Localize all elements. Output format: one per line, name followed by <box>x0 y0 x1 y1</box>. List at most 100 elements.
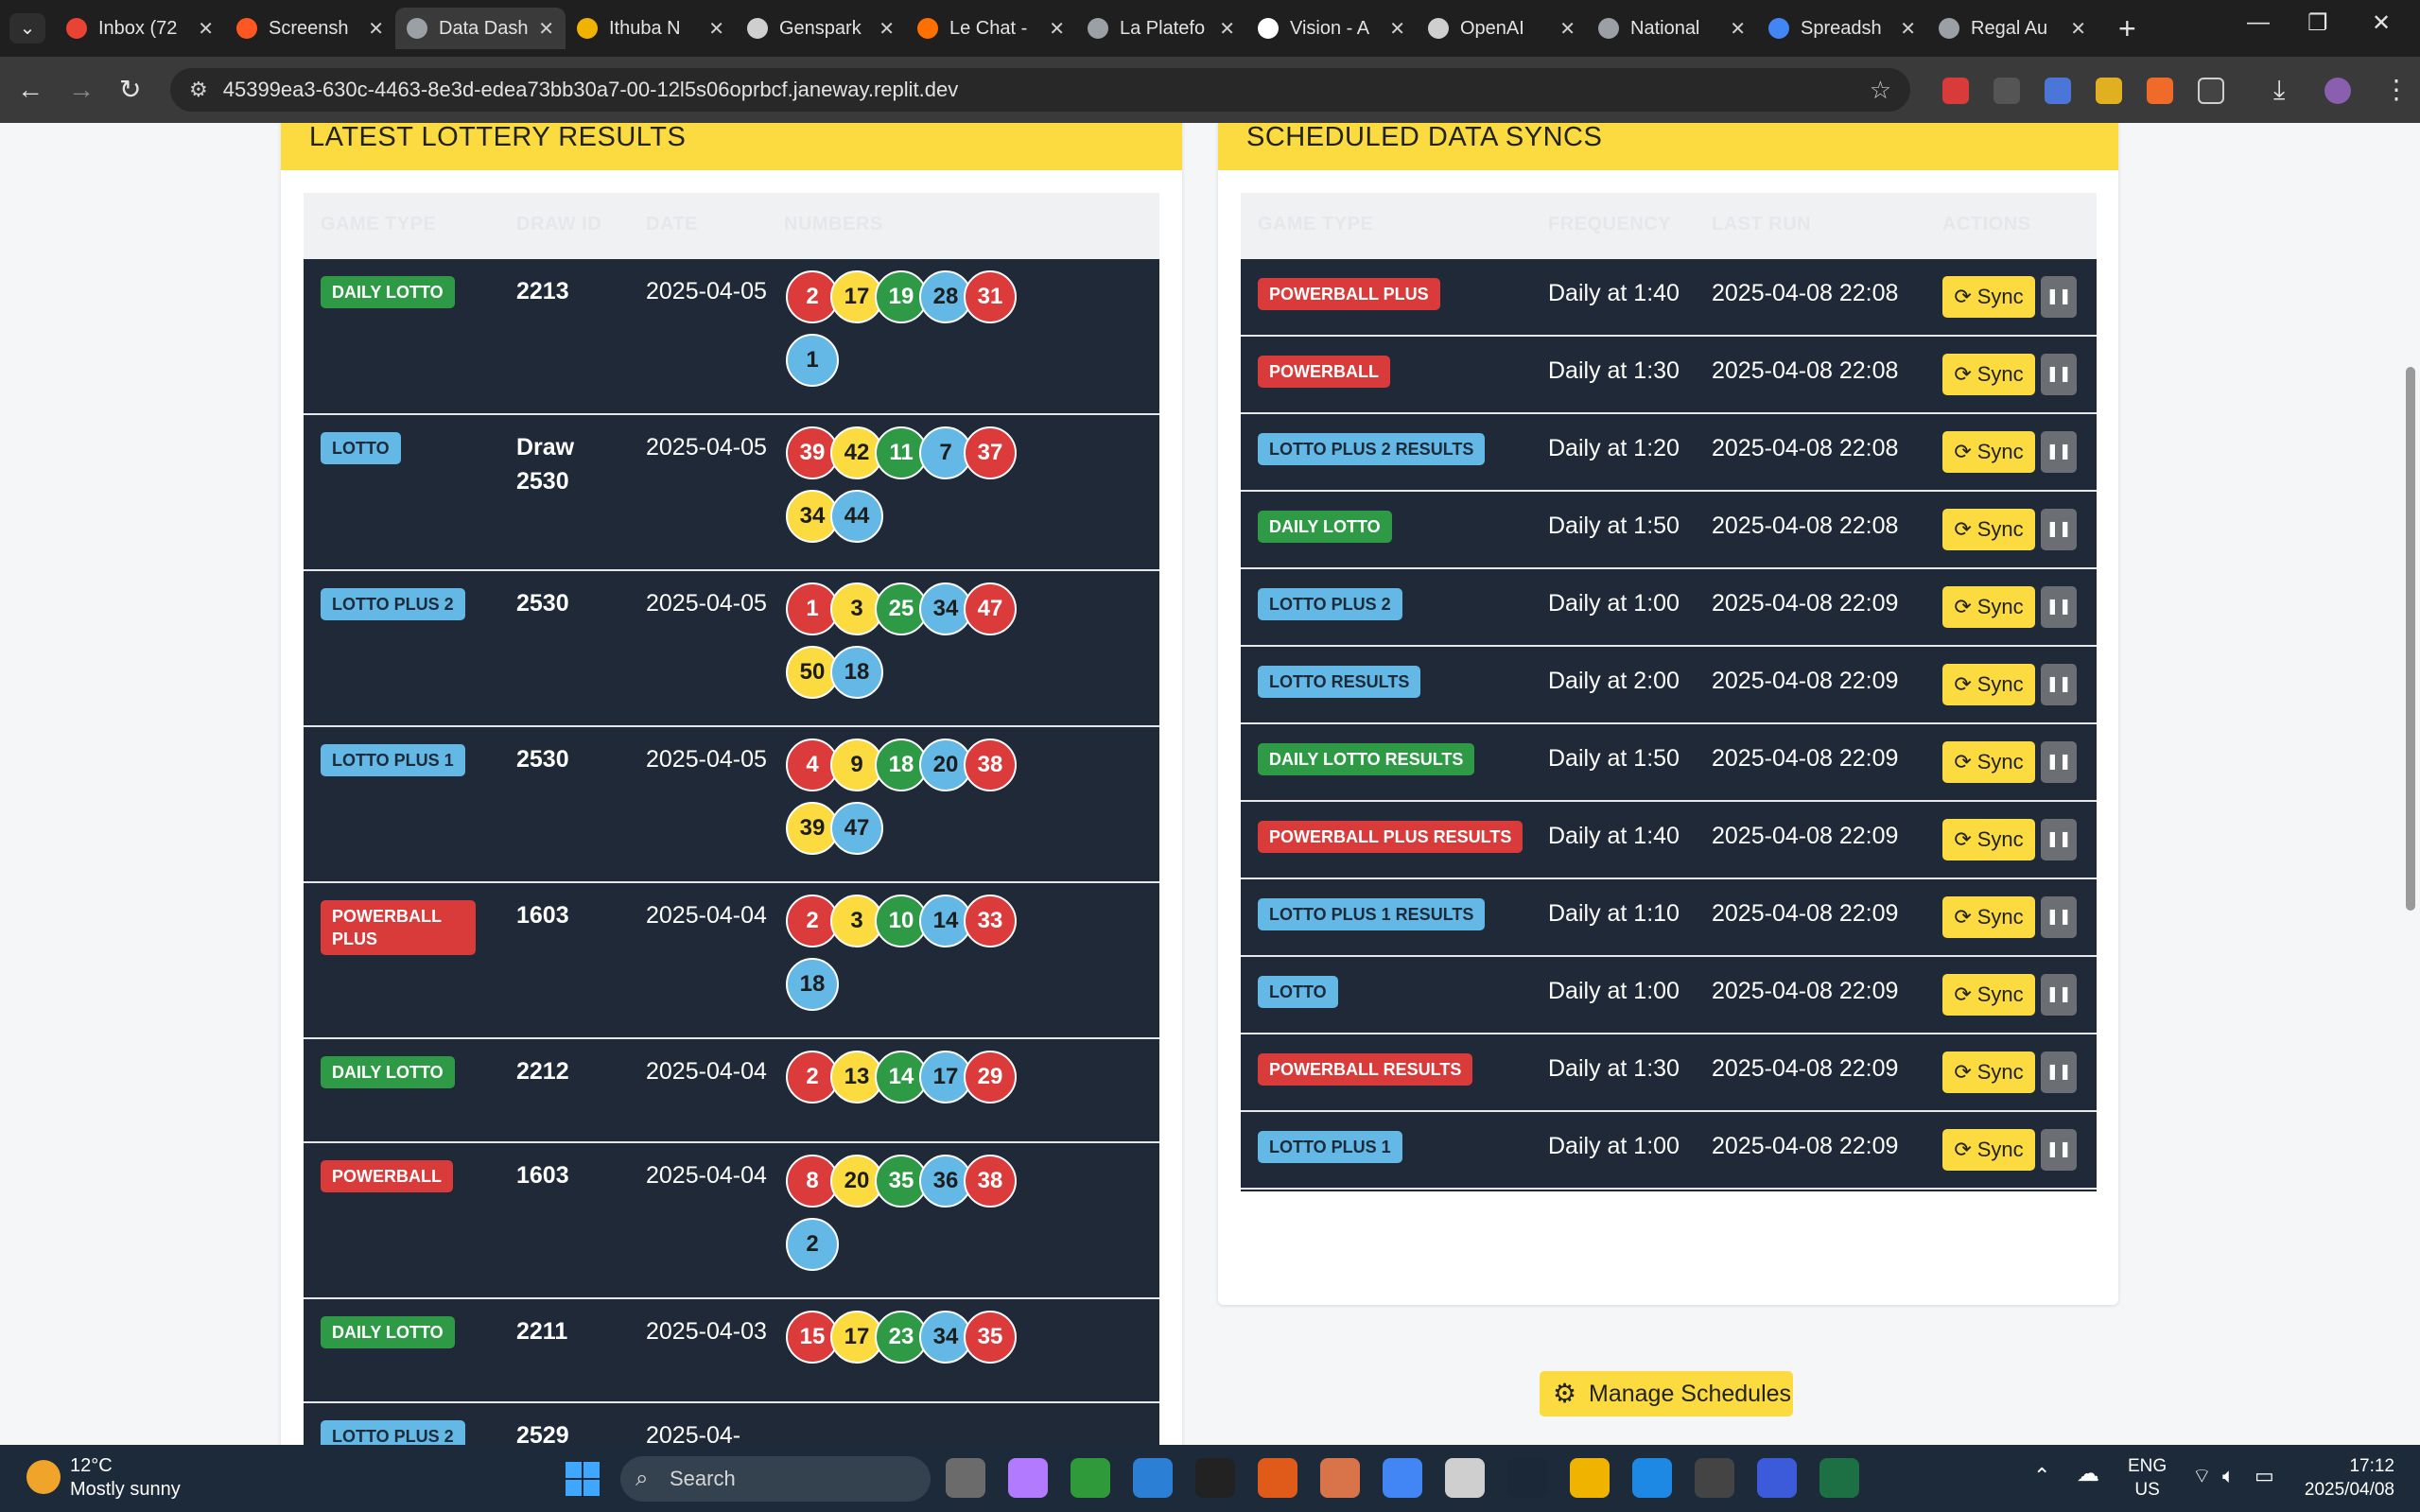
browser-tab[interactable]: La Platefo ✕ <box>1076 8 1246 49</box>
sync-button[interactable]: ⟳ Sync <box>1942 276 2035 318</box>
tab-close-icon[interactable]: ✕ <box>368 17 384 41</box>
tab-close-icon[interactable]: ✕ <box>1389 17 1405 41</box>
file-explorer-icon[interactable] <box>946 1458 985 1498</box>
app-icon[interactable] <box>1695 1458 1734 1498</box>
sync-button[interactable]: ⟳ Sync <box>1942 896 2035 938</box>
page-scrollbar[interactable] <box>2402 123 2420 1445</box>
folder-icon[interactable] <box>1570 1458 1610 1498</box>
wifi-icon[interactable]: ⌔ <box>2192 1464 2212 1487</box>
sync-button[interactable]: ⟳ Sync <box>1942 741 2035 783</box>
sync-button[interactable]: ⟳ Sync <box>1942 431 2035 473</box>
claude-icon[interactable] <box>1320 1458 1360 1498</box>
chatgpt-icon[interactable] <box>1445 1458 1485 1498</box>
tab-close-icon[interactable]: ✕ <box>1219 17 1235 41</box>
pause-button[interactable]: ❚❚ <box>2041 974 2077 1016</box>
scrollbar-thumb[interactable] <box>2406 367 2415 911</box>
sync-last-run: 2025-04-08 22:09 <box>1712 745 1899 772</box>
close-window-icon[interactable]: ✕ <box>2372 9 2391 37</box>
refresh-icon: ⟳ <box>1954 362 1972 386</box>
browser-tab[interactable]: OpenAI ✕ <box>1417 8 1587 49</box>
tab-close-icon[interactable]: ✕ <box>879 17 895 41</box>
restore-icon[interactable]: ❐ <box>2307 9 2328 37</box>
extension-icon[interactable] <box>1993 78 2020 104</box>
clock[interactable]: 17:12 2025/04/08 <box>2304 1454 2394 1502</box>
pause-button[interactable]: ❚❚ <box>2041 431 2077 473</box>
pause-button[interactable]: ❚❚ <box>2041 896 2077 938</box>
back-icon[interactable]: ← <box>17 74 44 106</box>
openai-icon <box>1428 18 1449 39</box>
pause-button[interactable]: ❚❚ <box>2041 509 2077 550</box>
sync-button[interactable]: ⟳ Sync <box>1942 509 2035 550</box>
tab-close-icon[interactable]: ✕ <box>538 17 554 41</box>
tab-close-icon[interactable]: ✕ <box>198 17 214 41</box>
copilot-icon[interactable] <box>1008 1458 1048 1498</box>
app-icon[interactable] <box>1258 1458 1297 1498</box>
tab-close-icon[interactable]: ✕ <box>1730 17 1746 41</box>
sync-button[interactable]: ⟳ Sync <box>1942 586 2035 628</box>
browser-tab[interactable]: Screensh ✕ <box>225 8 395 49</box>
download-extension-icon[interactable] <box>2096 78 2122 104</box>
sync-button[interactable]: ⟳ Sync <box>1942 354 2035 395</box>
pause-icon: ❚❚ <box>2046 521 2072 537</box>
minimize-icon[interactable]: — <box>2247 9 2270 36</box>
translate-extension-icon[interactable] <box>2045 78 2071 104</box>
forward-icon[interactable]: → <box>68 74 95 106</box>
battery-icon[interactable]: ▭ <box>2255 1464 2274 1487</box>
profile-avatar[interactable] <box>2324 78 2351 104</box>
browser-menu-icon[interactable]: ⋮ <box>2383 74 2410 106</box>
vscode-insiders-icon[interactable] <box>1757 1458 1797 1498</box>
browser-tab[interactable]: Vision - A ✕ <box>1246 8 1417 49</box>
sync-button[interactable]: ⟳ Sync <box>1942 974 2035 1016</box>
pause-button[interactable]: ❚❚ <box>2041 1129 2077 1171</box>
tab-search-dropdown-icon[interactable]: ⌄ <box>9 13 45 43</box>
browser-tab[interactable]: Inbox (72 ✕ <box>55 8 225 49</box>
site-info-icon[interactable]: ⚙ <box>189 78 208 102</box>
tab-close-icon[interactable]: ✕ <box>1049 17 1065 41</box>
bookmark-star-icon[interactable]: ☆ <box>1870 76 1891 105</box>
xbox-icon[interactable] <box>1071 1458 1110 1498</box>
windows-start-icon[interactable] <box>566 1462 600 1496</box>
pause-button[interactable]: ❚❚ <box>2041 586 2077 628</box>
address-bar[interactable]: ⚙ 45399ea3-630c-4463-8e3d-edea73bb30a7-0… <box>170 68 1910 112</box>
sync-button[interactable]: ⟳ Sync <box>1942 1051 2035 1093</box>
volume-icon[interactable]: 🔈︎ <box>2222 1464 2235 1487</box>
sync-button[interactable]: ⟳ Sync <box>1942 819 2035 860</box>
extensions-puzzle-icon[interactable] <box>2198 78 2224 104</box>
browser-tab[interactable]: Regal Au ✕ <box>1927 8 2098 49</box>
pause-button[interactable]: ❚❚ <box>2041 1051 2077 1093</box>
reload-icon[interactable]: ↻ <box>119 74 141 106</box>
pause-button[interactable]: ❚❚ <box>2041 819 2077 860</box>
downloads-icon[interactable]: ⤓ <box>2273 74 2285 106</box>
pause-button[interactable]: ❚❚ <box>2041 276 2077 318</box>
steam-icon[interactable] <box>1507 1458 1547 1498</box>
metamask-extension-icon[interactable] <box>2147 78 2173 104</box>
vscode-icon[interactable] <box>1133 1458 1173 1498</box>
pause-button[interactable]: ❚❚ <box>2041 741 2077 783</box>
app-icon[interactable] <box>1195 1458 1235 1498</box>
browser-tab[interactable]: National ✕ <box>1587 8 1757 49</box>
browser-tab[interactable]: Ithuba N ✕ <box>566 8 736 49</box>
sync-button[interactable]: ⟳ Sync <box>1942 664 2035 705</box>
chrome-icon[interactable] <box>1383 1458 1422 1498</box>
excel-icon[interactable] <box>1819 1458 1859 1498</box>
tab-close-icon[interactable]: ✕ <box>1900 17 1916 41</box>
extension-icon[interactable] <box>1942 78 1969 104</box>
edge-icon[interactable] <box>1632 1458 1672 1498</box>
manage-schedules-button[interactable]: ⚙ Manage Schedules <box>1540 1371 1793 1416</box>
language-indicator[interactable]: ENG US <box>2128 1454 2167 1502</box>
browser-tab[interactable]: Data Dash ✕ <box>395 8 566 49</box>
tab-close-icon[interactable]: ✕ <box>2070 17 2086 41</box>
pause-button[interactable]: ❚❚ <box>2041 354 2077 395</box>
sync-button[interactable]: ⟳ Sync <box>1942 1129 2035 1171</box>
tab-close-icon[interactable]: ✕ <box>708 17 724 41</box>
new-tab-button[interactable]: + <box>2118 11 2136 45</box>
tab-close-icon[interactable]: ✕ <box>1559 17 1576 41</box>
taskbar-search-box[interactable]: ⌕ Search <box>620 1456 931 1502</box>
show-hidden-icons-icon[interactable]: ⌃ <box>2033 1464 2050 1487</box>
onedrive-cloud-icon[interactable]: ☁ <box>2077 1462 2099 1486</box>
browser-tab[interactable]: Spreadsh ✕ <box>1757 8 1927 49</box>
browser-tab[interactable]: Le Chat - ✕ <box>906 8 1076 49</box>
weather-widget[interactable]: 12°C Mostly sunny <box>26 1454 181 1502</box>
pause-button[interactable]: ❚❚ <box>2041 664 2077 705</box>
browser-tab[interactable]: Genspark ✕ <box>736 8 906 49</box>
